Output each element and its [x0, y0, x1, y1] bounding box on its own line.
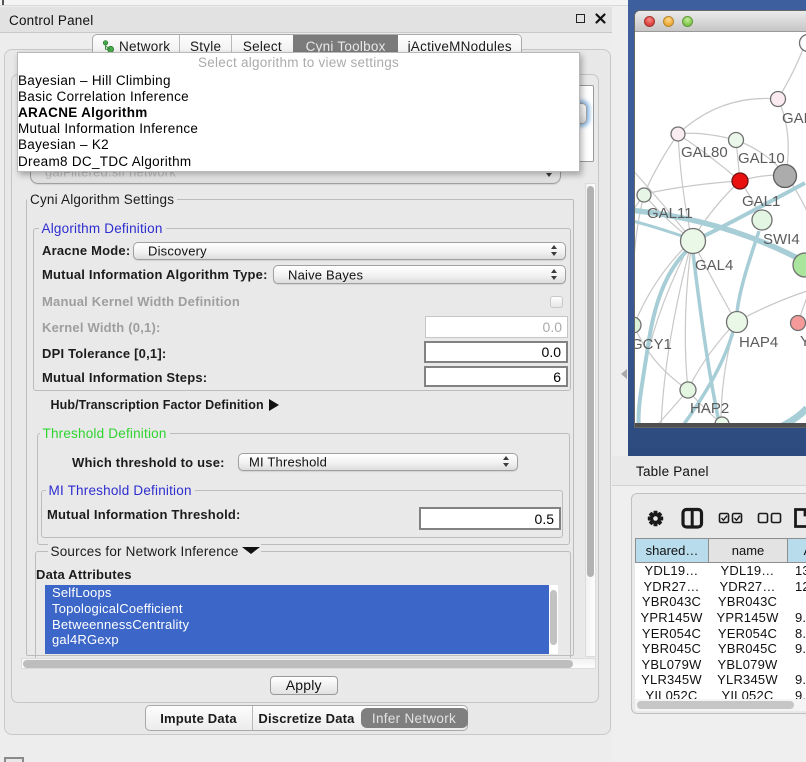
svg-text:HAP2: HAP2: [690, 400, 729, 417]
svg-text:GAL10: GAL10: [738, 150, 785, 167]
svg-text:GAL1: GAL1: [742, 193, 780, 210]
svg-text:GAL4: GAL4: [695, 257, 733, 274]
svg-text:HAP4: HAP4: [739, 334, 778, 351]
svg-text:YJ: YJ: [800, 333, 806, 350]
svg-text:GAL11: GAL11: [647, 205, 693, 222]
svg-text:SWI4: SWI4: [763, 231, 800, 248]
svg-text:GCY1: GCY1: [635, 336, 672, 353]
svg-text:GAL80: GAL80: [681, 144, 728, 161]
svg-text:GAL7: GAL7: [782, 110, 806, 127]
